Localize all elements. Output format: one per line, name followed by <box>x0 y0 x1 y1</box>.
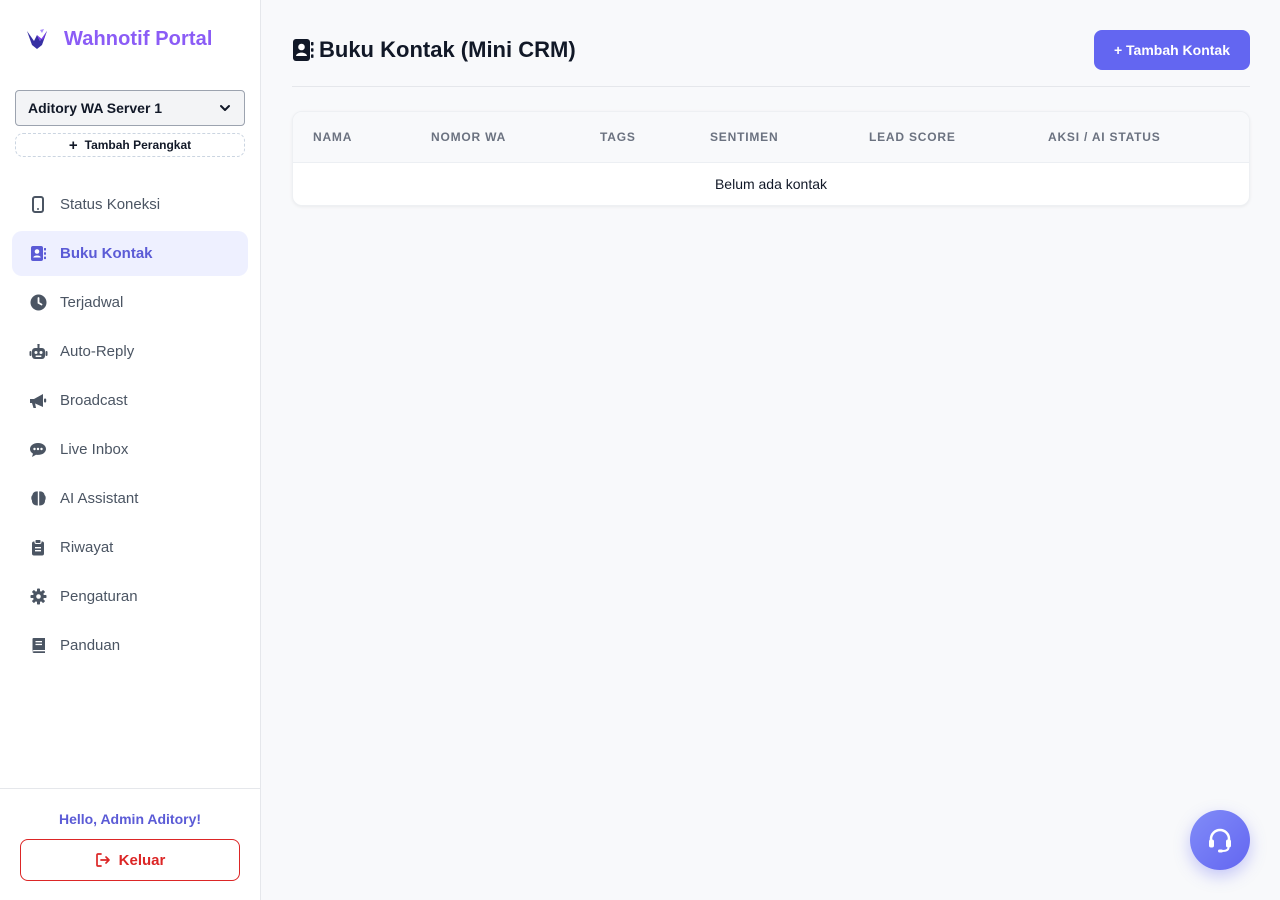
sidebar-item-label: Auto-Reply <box>60 343 135 360</box>
page-title-text: Buku Kontak (Mini CRM) <box>319 37 576 62</box>
gear-icon <box>28 587 48 607</box>
sidebar-item-status-koneksi[interactable]: Status Koneksi <box>12 182 248 227</box>
sidebar-item-label: Broadcast <box>60 392 128 409</box>
sidebar-item-terjadwal[interactable]: Terjadwal <box>12 280 248 325</box>
column-header-nama[interactable]: NAMA <box>313 130 352 144</box>
sidebar: Wahnotif Portal Aditory WA Server 1 + Ta… <box>0 0 261 900</box>
book-icon <box>28 636 48 656</box>
sidebar-item-buku-kontak[interactable]: Buku Kontak <box>12 231 248 276</box>
address-book-icon <box>293 39 314 61</box>
chevron-down-icon <box>220 105 230 111</box>
sidebar-item-auto-reply[interactable]: Auto-Reply <box>12 329 248 374</box>
plus-icon: + <box>68 136 78 154</box>
column-header-sentimen[interactable]: SENTIMEN <box>710 130 778 144</box>
user-greeting: Hello, Admin Aditory! <box>58 811 202 827</box>
sidebar-item-label: Terjadwal <box>60 294 124 311</box>
sidebar-item-broadcast[interactable]: Broadcast <box>12 378 248 423</box>
table-header-row: NAMA NOMOR WA TAGS SENTIMEN LEAD SCORE A… <box>293 112 1249 163</box>
brand-title: Wahnotif Portal <box>64 27 213 50</box>
page-title: Buku Kontak (Mini CRM) <box>292 37 576 63</box>
sidebar-item-label: Live Inbox <box>60 441 129 458</box>
brain-icon <box>28 489 48 509</box>
page-header: Buku Kontak (Mini CRM) + Tambah Kontak <box>292 30 1250 87</box>
add-device-button[interactable]: + Tambah Perangkat <box>15 133 245 157</box>
address-book-icon <box>28 244 48 264</box>
sidebar-item-label: Pengaturan <box>60 588 138 605</box>
table-empty-state: Belum ada kontak <box>714 176 828 192</box>
contacts-table: NAMA NOMOR WA TAGS SENTIMEN LEAD SCORE A… <box>292 111 1250 206</box>
support-chat-button[interactable] <box>1190 810 1250 870</box>
column-header-aksi-ai-status[interactable]: AKSI / AI STATUS <box>1048 130 1161 144</box>
clipboard-icon <box>28 538 48 558</box>
mobile-icon <box>28 195 48 215</box>
sidebar-item-ai-assistant[interactable]: AI Assistant <box>12 476 248 521</box>
logout-label: Keluar <box>118 851 166 869</box>
add-contact-button[interactable]: + Tambah Kontak <box>1094 30 1250 70</box>
sidebar-item-label: Panduan <box>60 637 121 654</box>
headset-icon <box>1209 828 1231 853</box>
sidebar-item-label: Buku Kontak <box>60 245 153 262</box>
clock-icon <box>28 293 48 313</box>
sidebar-item-label: Riwayat <box>60 539 114 556</box>
device-select[interactable]: Aditory WA Server 1 <box>15 90 245 126</box>
sidebar-footer: Hello, Admin Aditory! Keluar <box>0 788 260 900</box>
megaphone-icon <box>28 391 48 411</box>
sidebar-item-pengaturan[interactable]: Pengaturan <box>12 574 248 619</box>
add-device-label: Tambah Perangkat <box>84 138 192 152</box>
device-select-value: Aditory WA Server 1 <box>28 100 163 116</box>
brand[interactable]: Wahnotif Portal <box>24 26 213 52</box>
column-header-nomor-wa[interactable]: NOMOR WA <box>431 130 506 144</box>
sidebar-item-riwayat[interactable]: Riwayat <box>12 525 248 570</box>
sidebar-item-label: Status Koneksi <box>60 196 161 213</box>
sidebar-item-panduan[interactable]: Panduan <box>12 623 248 668</box>
logout-button[interactable]: Keluar <box>20 839 240 881</box>
bird-logo-icon <box>24 26 50 52</box>
sidebar-item-live-inbox[interactable]: Live Inbox <box>12 427 248 472</box>
column-header-tags[interactable]: TAGS <box>600 130 636 144</box>
sidebar-item-label: AI Assistant <box>60 490 139 507</box>
logout-icon <box>95 853 110 867</box>
robot-icon <box>28 342 48 362</box>
chat-icon <box>28 440 48 460</box>
sidebar-nav: Status Koneksi Buku Kontak Terjadwal Aut… <box>12 182 248 672</box>
column-header-lead-score[interactable]: LEAD SCORE <box>869 130 956 144</box>
